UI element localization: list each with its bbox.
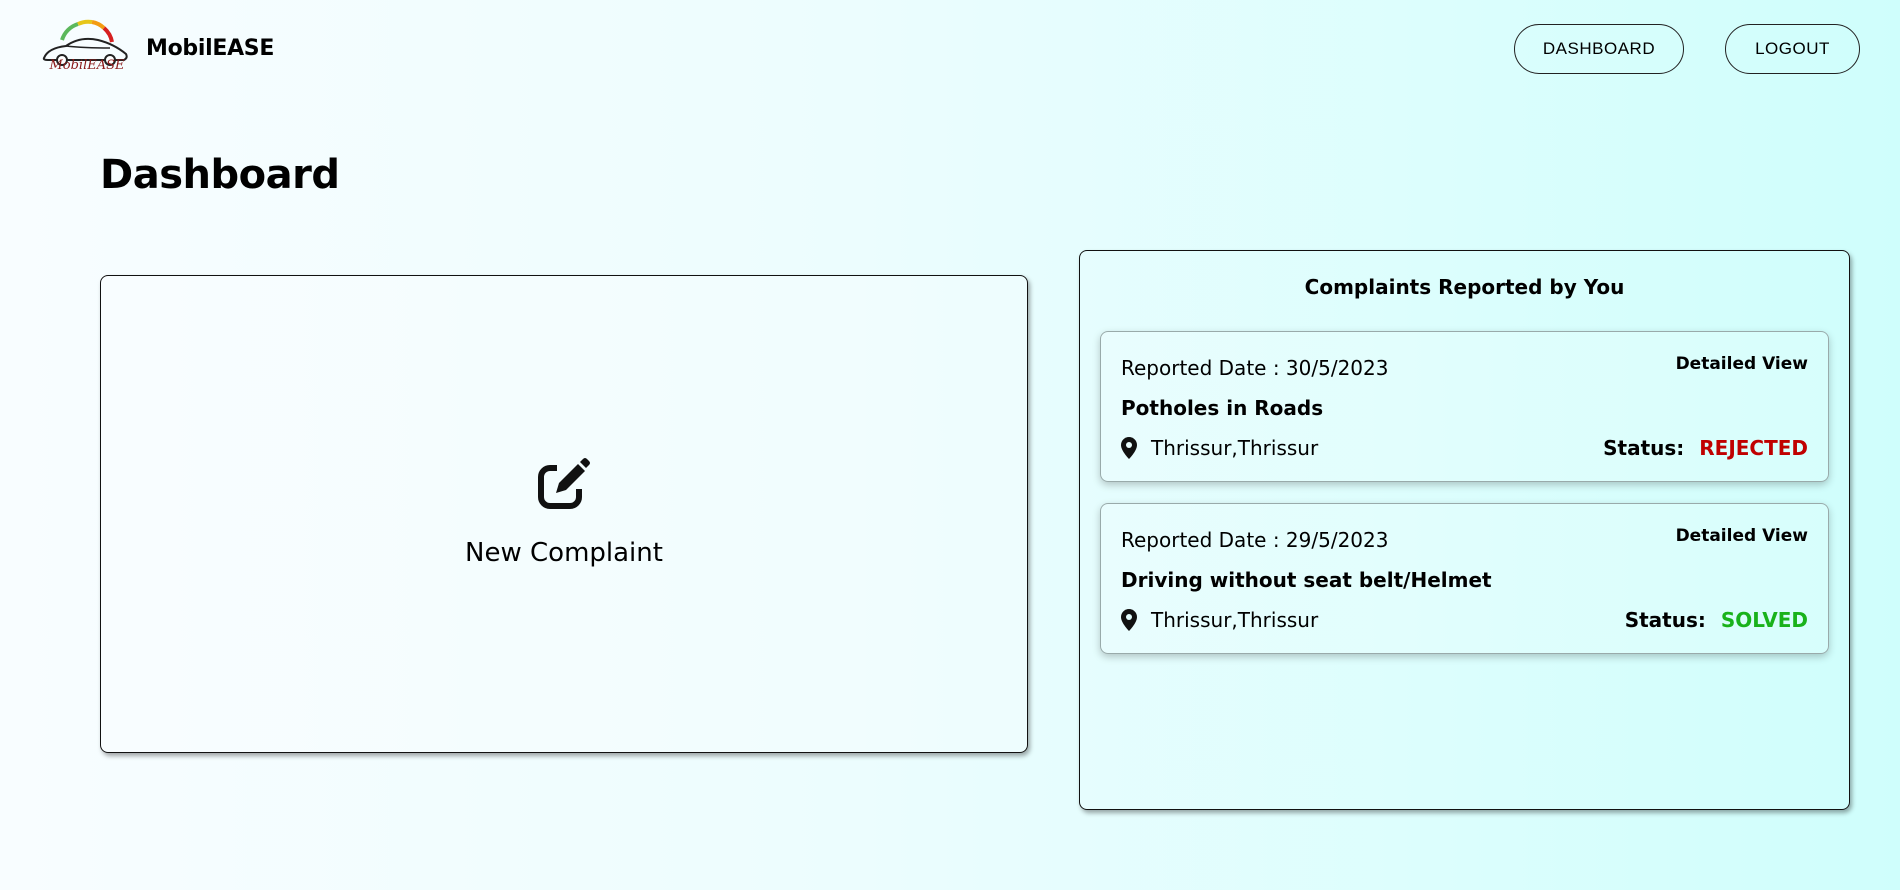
new-complaint-label[interactable]: New Complaint — [0, 538, 1128, 568]
complaint-title: Potholes in Roads — [1121, 396, 1324, 420]
location-pin-icon — [1121, 437, 1137, 459]
detailed-view-link[interactable]: Detailed View — [1676, 354, 1808, 374]
status-label: Status: — [1624, 608, 1706, 632]
brand-name[interactable]: MobilEASE — [146, 36, 274, 61]
logout-button[interactable]: LOGOUT — [1725, 24, 1860, 74]
page-title: Dashboard — [100, 152, 340, 198]
reported-date: Reported Date : 29/5/2023 — [1121, 528, 1389, 552]
panel-title: Complaints Reported by You — [1304, 275, 1625, 299]
complaint-card[interactable]: Reported Date : 30/5/2023 Detailed View … — [1100, 331, 1829, 482]
logo-text: MobilEASE — [49, 58, 125, 73]
complaint-location: Thrissur,Thrissur — [1121, 608, 1318, 632]
location-pin-icon — [1121, 609, 1137, 631]
location-text: Thrissur,Thrissur — [1151, 436, 1319, 460]
new-complaint-card[interactable] — [100, 275, 1028, 753]
reported-date: Reported Date : 30/5/2023 — [1121, 356, 1389, 380]
complaint-status: Status: REJECTED — [1603, 436, 1808, 460]
complaints-panel: Complaints Reported by You Reported Date… — [1079, 250, 1850, 810]
complaint-title: Driving without seat belt/Helmet — [1121, 568, 1492, 592]
complaint-location: Thrissur,Thrissur — [1121, 436, 1318, 460]
complaint-status: Status: SOLVED — [1625, 608, 1808, 632]
detailed-view-link[interactable]: Detailed View — [1676, 526, 1808, 546]
status-badge: SOLVED — [1720, 608, 1808, 632]
logo[interactable]: MobilEASE — [40, 18, 132, 78]
status-label: Status: — [1603, 436, 1685, 460]
dashboard-button[interactable]: DASHBOARD — [1514, 24, 1684, 74]
complaint-card[interactable]: Reported Date : 29/5/2023 Detailed View … — [1100, 503, 1829, 654]
location-text: Thrissur,Thrissur — [1151, 608, 1319, 632]
status-badge: REJECTED — [1699, 436, 1808, 460]
edit-icon[interactable] — [538, 457, 590, 509]
